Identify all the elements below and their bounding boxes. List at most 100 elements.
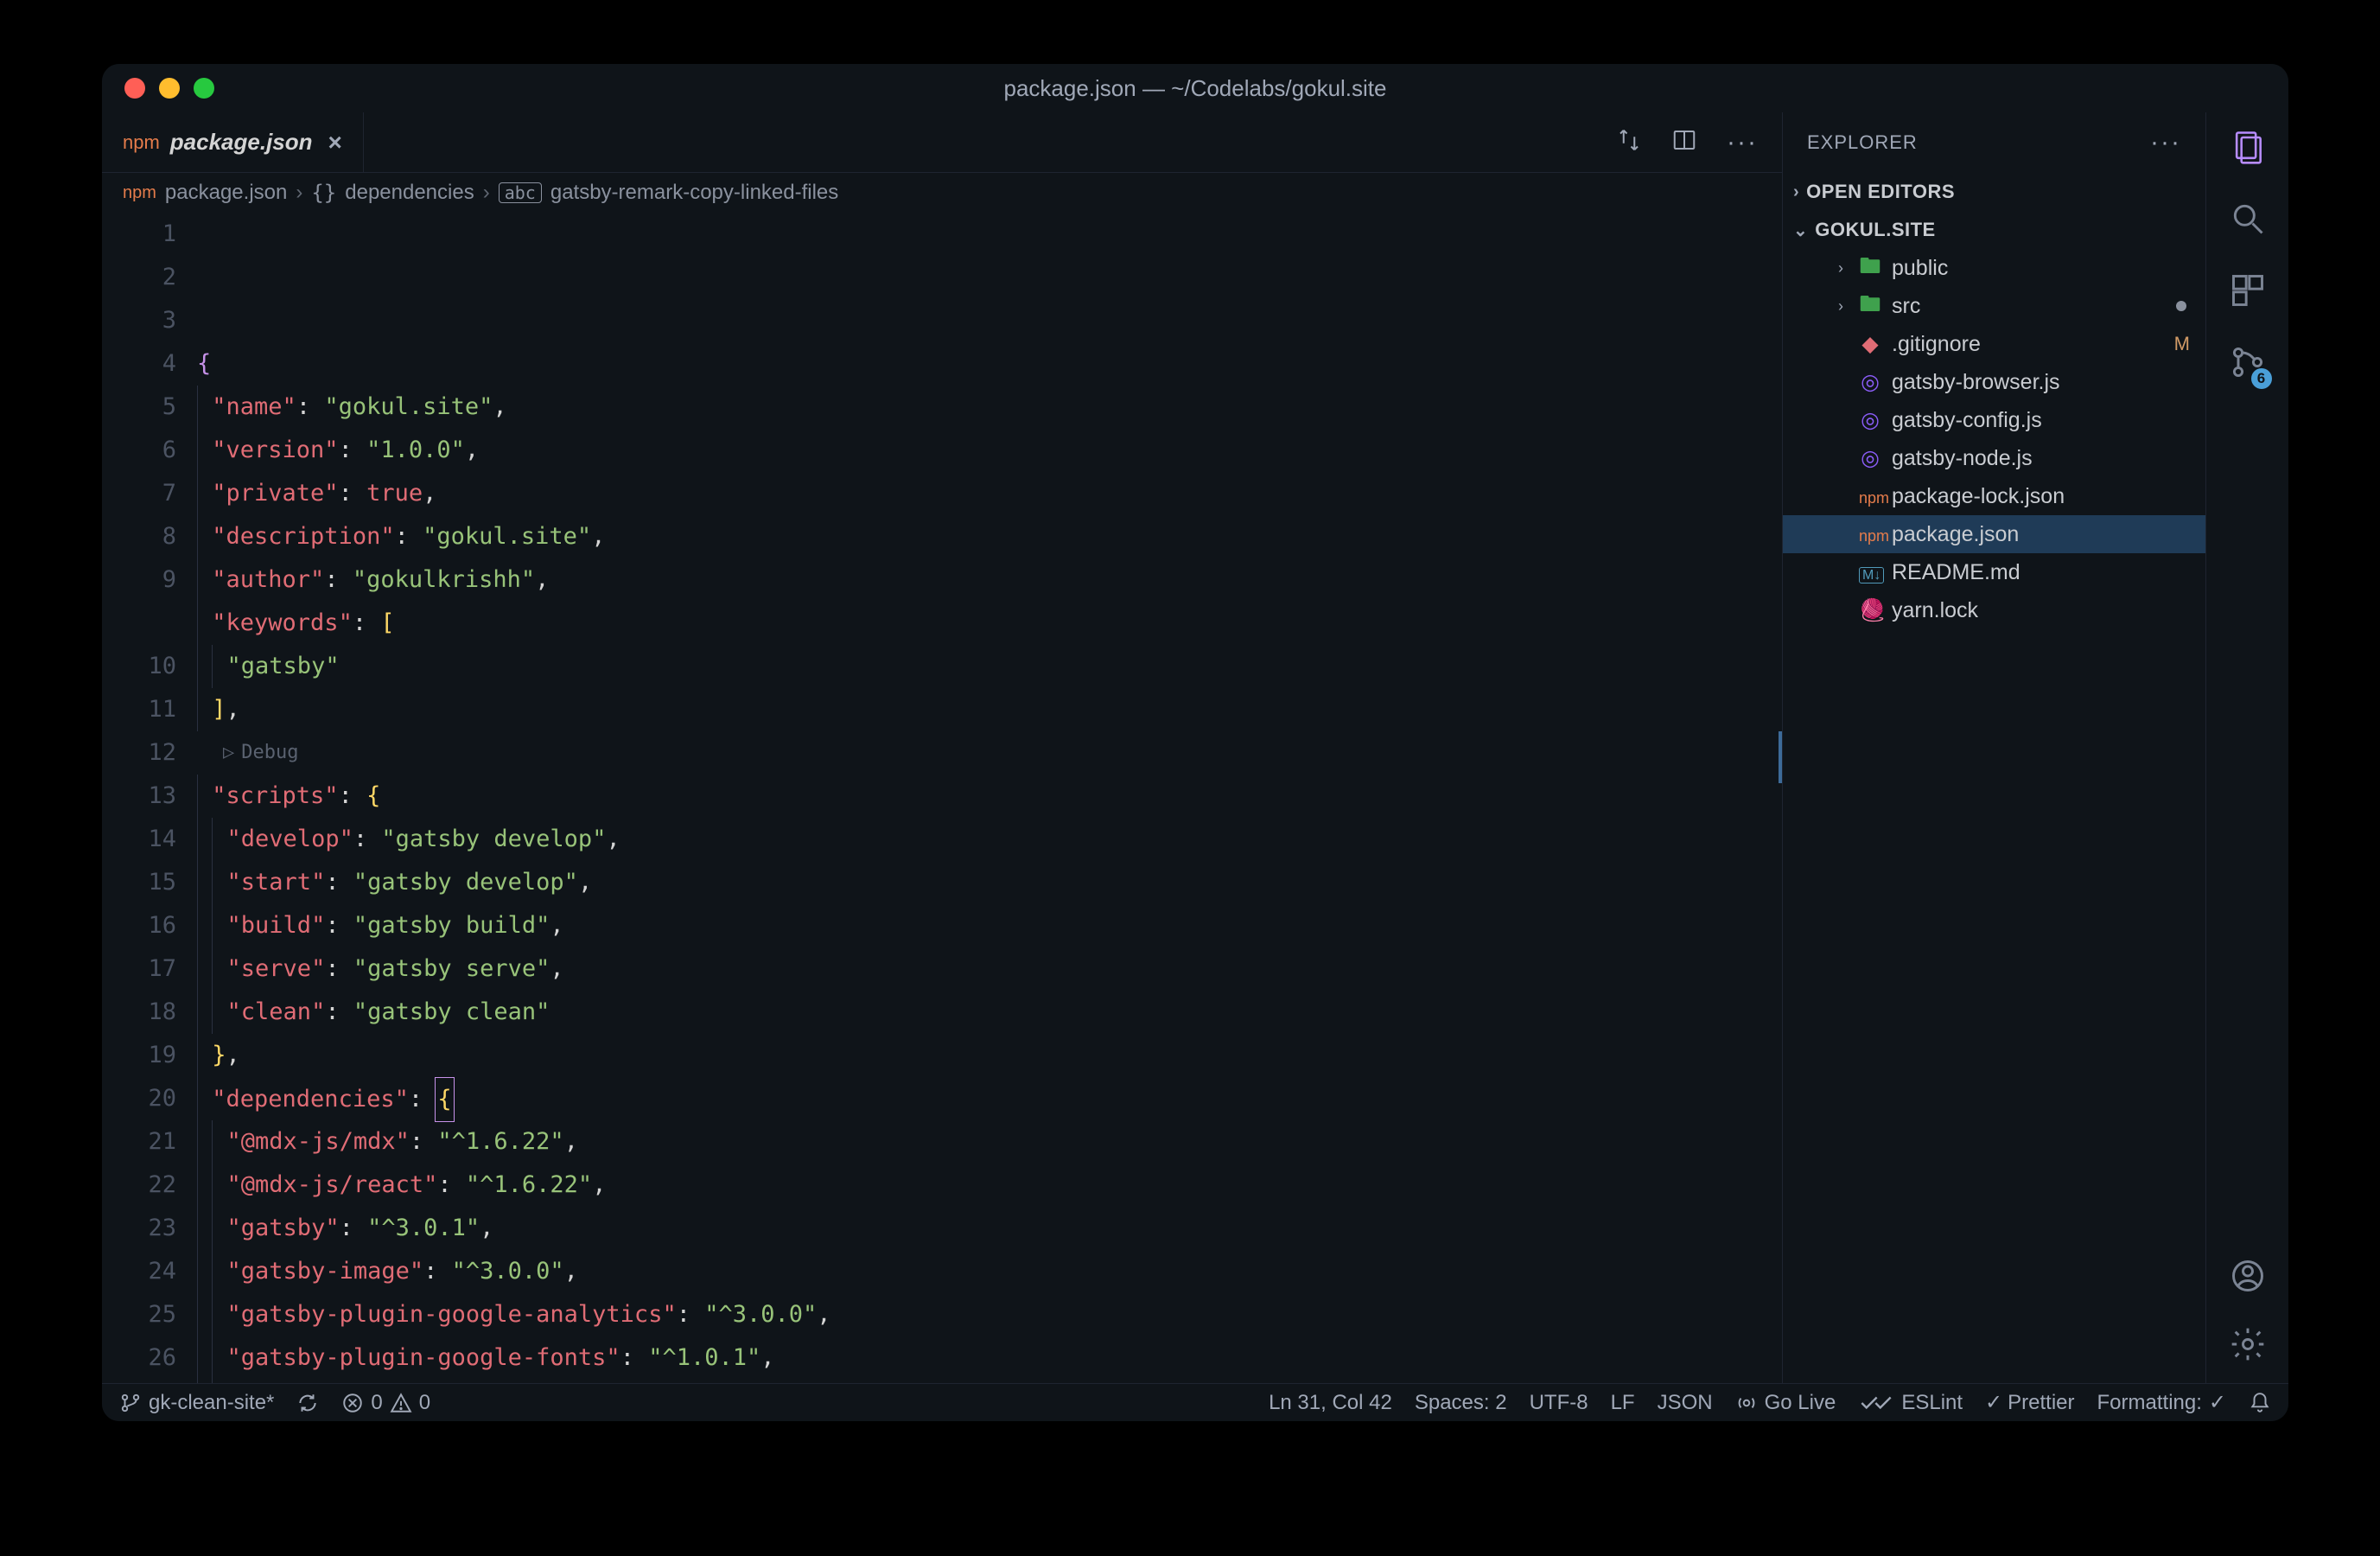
- code-line[interactable]: "scripts": {: [197, 775, 1782, 818]
- window-minimize-button[interactable]: [159, 78, 180, 99]
- code-line[interactable]: },: [197, 1034, 1782, 1077]
- code-line[interactable]: "gatsby-plugin-google-fonts": "^1.0.1",: [197, 1336, 1782, 1380]
- search-view-icon[interactable]: [2229, 200, 2267, 242]
- tree-item-label: gatsby-node.js: [1892, 446, 2033, 471]
- scm-badge: 6: [2251, 368, 2272, 389]
- code-line[interactable]: "gatsby-plugin-manifest": "^3.0.0",: [197, 1380, 1782, 1383]
- accounts-icon[interactable]: [2229, 1257, 2267, 1299]
- codelens-debug[interactable]: ▷Debug: [197, 731, 1782, 775]
- chevron-right-icon: ›: [1833, 259, 1849, 277]
- breadcrumb-file[interactable]: package.json: [165, 181, 287, 205]
- code-line[interactable]: "@mdx-js/mdx": "^1.6.22",: [197, 1120, 1782, 1164]
- npm-icon: npm: [123, 183, 156, 203]
- tab-package-json[interactable]: npm package.json ×: [102, 112, 364, 172]
- code-line[interactable]: "keywords": [: [197, 602, 1782, 645]
- extensions-view-icon[interactable]: [2229, 271, 2267, 314]
- tree-file-package.json[interactable]: npmpackage.json: [1783, 515, 2205, 553]
- tree-item-label: .gitignore: [1892, 332, 1981, 357]
- minimap-indicator: [1779, 731, 1782, 783]
- tab-label: package.json: [170, 129, 313, 156]
- code-line[interactable]: "name": "gokul.site",: [197, 386, 1782, 429]
- code-line[interactable]: "start": "gatsby develop",: [197, 861, 1782, 904]
- tree-file-yarn.lock[interactable]: 🧶yarn.lock: [1783, 591, 2205, 629]
- formatting-status[interactable]: Formatting: ✓: [2097, 1390, 2226, 1415]
- tree-item-label: README.md: [1892, 560, 2020, 585]
- sync-status[interactable]: [296, 1392, 319, 1414]
- tree-folder-src[interactable]: ›🖿src: [1783, 287, 2205, 325]
- git-branch-status[interactable]: gk-clean-site*: [119, 1391, 274, 1415]
- cursor-position-status[interactable]: Ln 31, Col 42: [1269, 1391, 1392, 1415]
- compare-changes-icon[interactable]: [1616, 127, 1642, 157]
- code-line[interactable]: "clean": "gatsby clean": [197, 991, 1782, 1034]
- tree-file-gatsby-config.js[interactable]: ◎gatsby-config.js: [1783, 401, 2205, 439]
- check-icon: ✓: [2209, 1390, 2226, 1415]
- code-line[interactable]: "gatsby-image": "^3.0.0",: [197, 1250, 1782, 1293]
- activity-bar: 6: [2205, 112, 2288, 1383]
- code-line[interactable]: "build": "gatsby build",: [197, 904, 1782, 947]
- tree-file-README.md[interactable]: M↓README.md: [1783, 553, 2205, 591]
- code-line[interactable]: "gatsby-plugin-google-analytics": "^3.0.…: [197, 1293, 1782, 1336]
- code-line[interactable]: "develop": "gatsby develop",: [197, 818, 1782, 861]
- code-line[interactable]: "author": "gokulkrishh",: [197, 558, 1782, 602]
- code-line[interactable]: "@mdx-js/react": "^1.6.22",: [197, 1164, 1782, 1207]
- string-icon: abc: [499, 182, 542, 203]
- open-editors-label: OPEN EDITORS: [1806, 181, 1955, 203]
- tree-file-gatsby-browser.js[interactable]: ◎gatsby-browser.js: [1783, 363, 2205, 401]
- code-line[interactable]: "dependencies": {: [197, 1077, 1782, 1120]
- code-line[interactable]: "private": true,: [197, 472, 1782, 515]
- code-content[interactable]: { "name": "gokul.site", "version": "1.0.…: [197, 213, 1782, 1383]
- encoding-status[interactable]: UTF-8: [1530, 1391, 1588, 1415]
- explorer-header: EXPLORER ···: [1783, 112, 2205, 173]
- code-line[interactable]: "version": "1.0.0",: [197, 429, 1782, 472]
- code-line[interactable]: "serve": "gatsby serve",: [197, 947, 1782, 991]
- gatsby-icon: ◎: [1859, 445, 1881, 471]
- tree-file-package-lock.json[interactable]: npmpackage-lock.json: [1783, 477, 2205, 515]
- editor[interactable]: 1234567891011121314151617181920212223242…: [102, 213, 1782, 1383]
- chevron-right-icon: ›: [483, 181, 490, 205]
- titlebar[interactable]: package.json — ~/Codelabs/gokul.site: [102, 64, 2288, 112]
- tree-item-label: package.json: [1892, 522, 2019, 547]
- source-control-view-icon[interactable]: 6: [2229, 343, 2267, 386]
- go-live-status[interactable]: Go Live: [1735, 1391, 1836, 1415]
- tree-file-gatsby-node.js[interactable]: ◎ gatsby-node.js: [1783, 439, 2205, 477]
- code-line[interactable]: "gatsby": [197, 645, 1782, 688]
- close-icon[interactable]: ×: [328, 129, 342, 156]
- eslint-status[interactable]: ESLint: [1858, 1391, 1963, 1415]
- window-maximize-button[interactable]: [194, 78, 214, 99]
- language-mode-status[interactable]: JSON: [1658, 1391, 1713, 1415]
- tree-item-label: gatsby-browser.js: [1892, 370, 2060, 395]
- chevron-right-icon: ›: [296, 181, 302, 205]
- code-line[interactable]: "gatsby": "^3.0.1",: [197, 1207, 1782, 1250]
- window-close-button[interactable]: [124, 78, 145, 99]
- prettier-status[interactable]: Prettier: [1985, 1390, 2074, 1415]
- file-tree: ›🖿public›🖿src◆.gitignoreM◎gatsby-browser…: [1783, 249, 2205, 1383]
- more-actions-icon[interactable]: ···: [2150, 128, 2181, 157]
- explorer-title: EXPLORER: [1807, 131, 1918, 154]
- explorer-view-icon[interactable]: [2229, 128, 2267, 170]
- split-editor-icon[interactable]: [1671, 127, 1697, 157]
- tree-item-label: public: [1892, 256, 1948, 281]
- more-actions-icon[interactable]: ···: [1727, 128, 1758, 157]
- breadcrumb-section[interactable]: dependencies: [345, 181, 474, 205]
- settings-gear-icon[interactable]: [2229, 1325, 2267, 1368]
- tree-file-.gitignore[interactable]: ◆.gitignoreM: [1783, 325, 2205, 363]
- eol-status[interactable]: LF: [1611, 1391, 1635, 1415]
- code-line[interactable]: {: [197, 342, 1782, 386]
- play-icon: ▷: [223, 731, 234, 775]
- chevron-down-icon: ⌄: [1793, 220, 1808, 241]
- problems-status[interactable]: 0 0: [341, 1391, 430, 1415]
- breadcrumb[interactable]: npm package.json › {} dependencies › abc…: [102, 173, 1782, 213]
- folder-root-section[interactable]: ⌄ GOKUL.SITE: [1783, 211, 2205, 249]
- tree-folder-public[interactable]: ›🖿public: [1783, 249, 2205, 287]
- notifications-icon[interactable]: [2249, 1392, 2271, 1414]
- line-number-gutter: 1234567891011121314151617181920212223242…: [102, 213, 197, 1383]
- window-controls: [124, 78, 214, 99]
- root-folder-label: GOKUL.SITE: [1815, 219, 1935, 241]
- breadcrumb-leaf[interactable]: gatsby-remark-copy-linked-files: [550, 181, 838, 205]
- tree-item-label: package-lock.json: [1892, 484, 2065, 509]
- code-line[interactable]: "description": "gokul.site",: [197, 515, 1782, 558]
- open-editors-section[interactable]: › OPEN EDITORS: [1783, 173, 2205, 211]
- window-title: package.json — ~/Codelabs/gokul.site: [102, 75, 2288, 102]
- indentation-status[interactable]: Spaces: 2: [1415, 1391, 1507, 1415]
- code-line[interactable]: ],: [197, 688, 1782, 731]
